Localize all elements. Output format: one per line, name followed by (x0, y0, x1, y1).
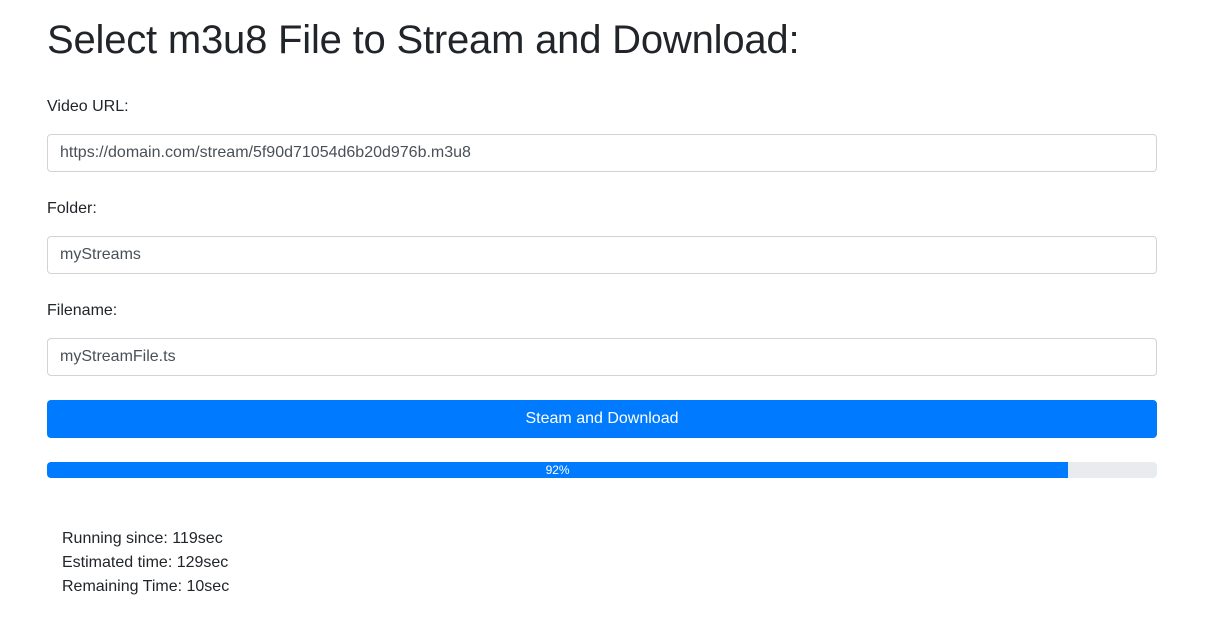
estimated-time-text: Estimated time: 129sec (62, 554, 229, 571)
download-progress: 92% (47, 462, 1157, 478)
video-url-label: Video URL: (47, 98, 129, 115)
download-stats: Running since: 119sec Estimated time: 12… (62, 527, 229, 599)
filename-label: Filename: (47, 302, 118, 319)
page-title: Select m3u8 File to Stream and Download: (47, 18, 800, 62)
video-url-input[interactable] (47, 134, 1157, 172)
folder-input[interactable] (47, 236, 1157, 274)
running-since-text: Running since: 119sec (62, 530, 223, 547)
stream-and-download-button[interactable]: Steam and Download (47, 400, 1157, 438)
progress-bar-fill: 92% (47, 462, 1069, 478)
folder-label: Folder: (47, 200, 97, 217)
filename-input[interactable] (47, 338, 1157, 376)
remaining-time-text: Remaining Time: 10sec (62, 578, 230, 595)
